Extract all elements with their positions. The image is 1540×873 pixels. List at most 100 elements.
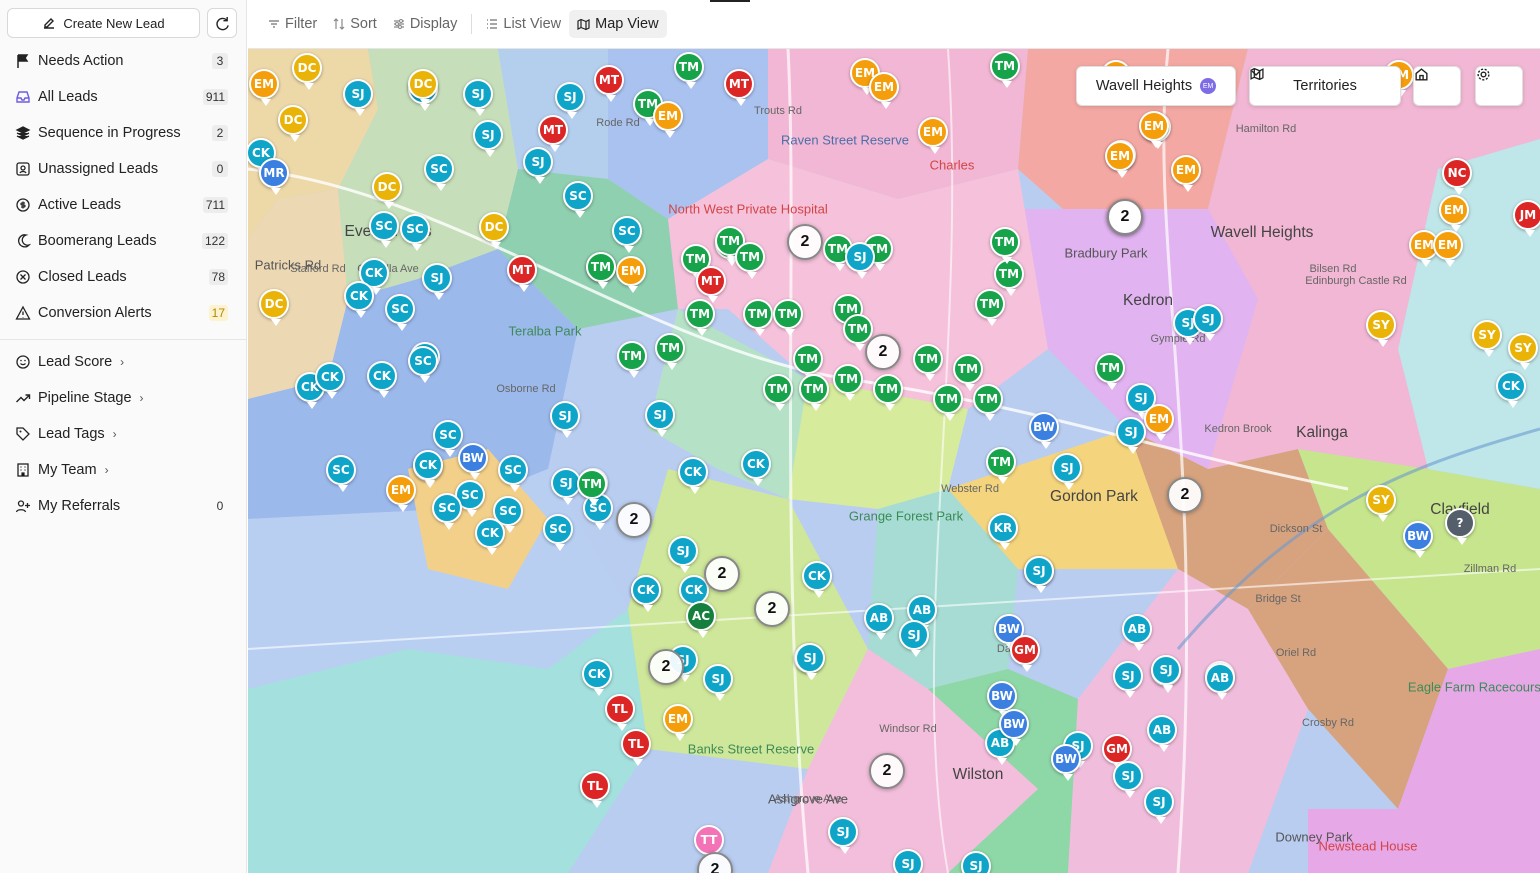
list-view-tab[interactable]: List View [478,10,569,38]
map-canvas[interactable]: Everton HillsPatricks RdKedronWavell Hei… [248,49,1540,873]
lead-pin[interactable]: SJ [523,147,553,184]
lead-pin[interactable]: SJ [668,536,698,573]
lead-pin[interactable]: TM [617,341,647,378]
lead-pin[interactable]: SJ [473,120,503,157]
lead-pin[interactable]: TM [799,374,829,411]
lead-pin[interactable]: TM [773,299,803,336]
lead-pin[interactable]: TM [685,299,715,336]
lead-pin[interactable]: DC [278,105,308,142]
lead-pin[interactable]: CK [344,281,374,318]
lead-pin[interactable]: EM [1139,111,1169,148]
lead-pin[interactable]: AC [686,601,716,638]
lead-pin[interactable]: SJ [703,664,733,701]
lead-pin[interactable]: TM [973,384,1003,421]
lead-pin[interactable]: MT [594,65,624,102]
lead-pin[interactable]: SJ [463,79,493,116]
sidebar-item-my-referrals[interactable]: My Referrals 0 [0,488,246,524]
lead-pin[interactable]: SC [433,420,463,457]
lead-pin[interactable]: TM [990,227,1020,264]
lead-pin[interactable]: SC [369,211,399,248]
lead-pin[interactable]: DC [259,289,289,326]
lead-pin[interactable]: SJ [828,817,858,854]
lead-pin[interactable]: BW [1029,412,1059,449]
lead-pin[interactable]: TM [655,333,685,370]
lead-pin[interactable]: CK [802,561,832,598]
sidebar-item-active-leads[interactable]: Active Leads 711 [0,187,246,223]
lead-pin[interactable]: DC [372,172,402,209]
lead-pin[interactable]: BW [458,443,488,480]
lead-pin[interactable]: TM [1095,353,1125,390]
lead-pin[interactable]: TM [953,354,983,391]
lead-pin[interactable]: TM [793,344,823,381]
lead-pin[interactable]: TM [990,51,1020,88]
sidebar-item-unassigned-leads[interactable]: Unassigned Leads 0 [0,151,246,187]
lead-pin[interactable]: SC [326,455,356,492]
lead-pin[interactable]: KR [988,513,1018,550]
lead-pin[interactable]: SJ [550,401,580,438]
display-button[interactable]: Display [385,10,466,38]
sidebar-item-needs-action[interactable]: Needs Action 3 [0,43,246,79]
lead-pin[interactable]: TT [694,825,724,862]
lead-pin[interactable]: BW [1403,521,1433,558]
sidebar-item-conversion-alerts[interactable]: Conversion Alerts 17 [0,295,246,331]
lead-pin[interactable]: SJ [1113,661,1143,698]
lead-pin[interactable]: SC [432,493,462,530]
lead-pin[interactable]: TM [586,252,616,289]
pin-cluster[interactable]: 2 [865,334,901,370]
lead-pin[interactable]: DC [408,69,438,106]
lead-pin[interactable]: BW [999,709,1029,746]
lead-pin[interactable]: SC [543,514,573,551]
lead-pin[interactable]: TM [735,242,765,279]
lead-pin[interactable]: SJ [555,82,585,119]
lead-pin[interactable]: DC [479,212,509,249]
lead-pin[interactable]: SJ [343,79,373,116]
pin-cluster[interactable]: 2 [704,556,740,592]
pin-cluster[interactable]: 2 [648,649,684,685]
pin-cluster[interactable]: 2 [1167,477,1203,513]
lead-pin[interactable]: SY [1366,485,1396,522]
lead-pin[interactable]: TM [743,299,773,336]
lead-pin[interactable]: SJ [1052,453,1082,490]
lead-pin[interactable]: SJ [893,849,923,873]
lead-pin[interactable]: EM [386,475,416,512]
lead-pin[interactable]: TM [833,364,863,401]
lead-pin[interactable]: SY [1472,320,1502,357]
lead-pin[interactable]: SJ [1024,556,1054,593]
lead-pin[interactable]: TM [933,384,963,421]
lead-pin[interactable]: EM [1439,195,1469,232]
lead-pin[interactable]: EM [1433,230,1463,267]
sidebar-item-lead-score[interactable]: Lead Score › [0,344,246,380]
lead-pin[interactable]: AB [864,603,894,640]
lead-pin[interactable]: SY [1366,310,1396,347]
create-new-lead-button[interactable]: Create New Lead [7,8,200,38]
lead-pin[interactable]: SJ [961,851,991,873]
home-button[interactable] [1413,66,1461,106]
lead-pin[interactable]: SJ [899,620,929,657]
sidebar-item-closed-leads[interactable]: Closed Leads 78 [0,259,246,295]
lead-pin[interactable]: SC [408,346,438,383]
lead-pin[interactable]: TL [621,729,651,766]
lead-pin[interactable]: MR [259,158,289,195]
lead-pin[interactable]: CK [367,361,397,398]
sidebar-item-sequence-in-progress[interactable]: Sequence in Progress 2 [0,115,246,151]
lead-pin[interactable]: SJ [1193,304,1223,341]
lead-pin[interactable]: MT [538,115,568,152]
pin-cluster[interactable]: 2 [754,591,790,627]
lead-pin[interactable]: SC [498,455,528,492]
pin-cluster[interactable]: 2 [869,753,905,789]
lead-pin[interactable]: SC [400,214,430,251]
lead-pin[interactable]: SJ [1113,761,1143,798]
lead-pin[interactable]: BW [1051,744,1081,781]
lead-pin[interactable]: EM [1144,404,1174,441]
sidebar-item-my-team[interactable]: My Team › [0,452,246,488]
lead-pin[interactable]: SJ [795,643,825,680]
lead-pin[interactable]: TL [605,694,635,731]
pin-cluster[interactable]: 2 [787,224,823,260]
sidebar-item-lead-tags[interactable]: Lead Tags › [0,416,246,452]
lead-pin[interactable]: SY [1508,333,1538,370]
lead-pin[interactable]: GM [1010,635,1040,672]
pin-cluster[interactable]: 2 [1107,199,1143,235]
lead-pin[interactable]: CK [413,450,443,487]
lead-pin[interactable]: CK [631,575,661,612]
map-view-tab[interactable]: Map View [569,10,667,38]
